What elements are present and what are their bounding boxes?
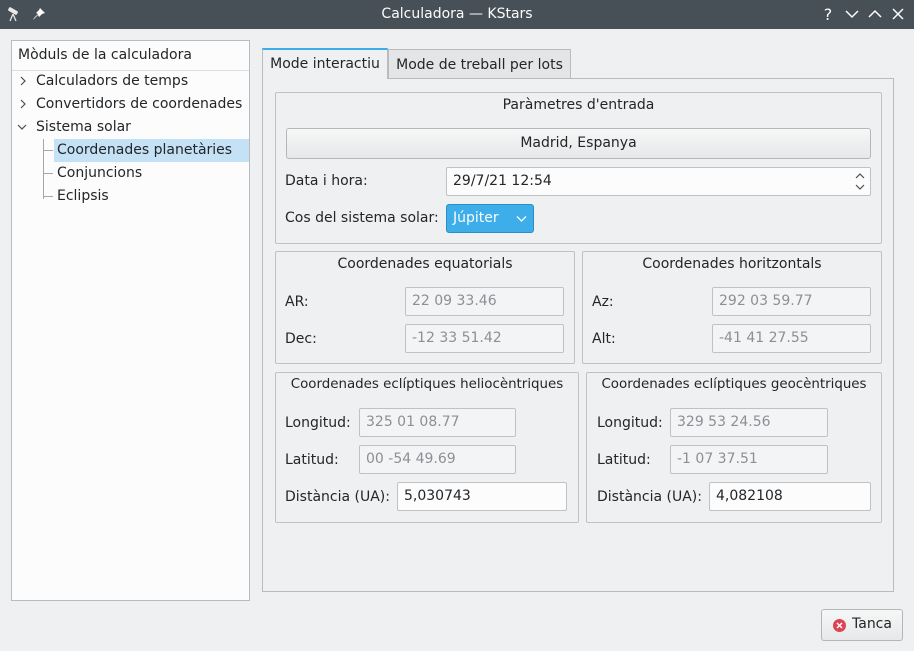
solar-body-label: Cos del sistema solar: (285, 210, 439, 226)
solar-body-select[interactable]: Júpiter (446, 204, 534, 233)
heliocentric-coordinates-group: Coordenades eclíptiques heliocèntriques … (275, 372, 579, 523)
tab-interactive-mode[interactable]: Mode interactiu (262, 48, 388, 79)
ra-field[interactable]: 22 09 33.46 (405, 287, 564, 316)
tree-item-time-calculators[interactable]: Calculadors de temps (36, 70, 188, 93)
horizontal-coordinates-group: Coordenades horitzontals Az: 292 03 59.7… (582, 251, 882, 364)
tree-item-conjunctions[interactable]: Conjuncions (57, 162, 142, 185)
geo-latitude-label: Latitud: (597, 452, 651, 468)
chevron-right-icon[interactable] (18, 76, 28, 86)
tree-branch-line (43, 196, 53, 197)
helio-longitude-field[interactable]: 325 01 08.77 (359, 408, 516, 437)
group-title: Coordenades horitzontals (642, 256, 822, 272)
alt-field[interactable]: -41 41 27.55 (712, 324, 871, 353)
alt-label: Alt: (592, 331, 616, 347)
spin-arrows-icon[interactable] (854, 171, 866, 192)
close-button-label: Tanca (852, 616, 892, 632)
chevron-down-icon[interactable] (17, 122, 27, 132)
help-icon[interactable]: ? (819, 4, 837, 24)
tree-branch-line (43, 173, 53, 174)
ra-label: AR: (285, 294, 309, 310)
chevron-up-icon[interactable] (866, 5, 884, 23)
group-title: Paràmetres d'entrada (502, 97, 655, 113)
geo-longitude-field[interactable]: 329 53 24.56 (670, 408, 828, 437)
tree-branch-line (43, 139, 44, 199)
az-label: Az: (592, 294, 614, 310)
group-title: Coordenades equatorials (337, 256, 513, 272)
helio-longitude-label: Longitud: (285, 415, 351, 431)
geo-longitude-label: Longitud: (597, 415, 663, 431)
tree-item-solar-system[interactable]: Sistema solar (36, 116, 131, 139)
group-title: Coordenades eclíptiques heliocèntriques (290, 377, 564, 392)
helio-latitude-field[interactable]: 00 -54 49.69 (359, 445, 516, 474)
chevron-down-icon[interactable] (843, 5, 861, 23)
helio-latitude-label: Latitud: (285, 452, 339, 468)
datetime-field[interactable]: 29/7/21 12:54 (446, 167, 871, 196)
cancel-icon (833, 619, 846, 632)
tree-item-coordinate-converters[interactable]: Convertidors de coordenades (36, 93, 242, 116)
geo-latitude-field[interactable]: -1 07 37.51 (670, 445, 828, 474)
tab-batch-mode[interactable]: Mode de treball per lots (388, 49, 571, 80)
location-button[interactable]: Madrid, Espanya (286, 128, 871, 159)
geocentric-coordinates-group: Coordenades eclíptiques geocèntriques Lo… (586, 372, 882, 523)
interactive-mode-panel: Paràmetres d'entrada Madrid, Espanya Dat… (262, 78, 894, 592)
datetime-value: 29/7/21 12:54 (453, 173, 552, 189)
input-parameters-group: Paràmetres d'entrada Madrid, Espanya Dat… (275, 92, 882, 244)
tree-branch-line (43, 150, 53, 151)
chevron-down-icon (516, 216, 527, 222)
close-button[interactable]: Tanca (821, 609, 903, 641)
az-field[interactable]: 292 03 59.77 (712, 287, 871, 316)
window-title: Calculadora — KStars (381, 6, 533, 22)
helio-distance-field[interactable]: 5,030743 (397, 482, 567, 511)
calculator-modules-tree[interactable]: Mòduls de la calculadora Calculadors de … (11, 40, 250, 601)
equatorial-coordinates-group: Coordenades equatorials AR: 22 09 33.46 … (275, 251, 575, 364)
tree-item-planetary-coordinates[interactable]: Coordenades planetàries (54, 139, 249, 162)
helio-distance-label: Distància (UA): (285, 489, 390, 505)
chevron-right-icon[interactable] (18, 99, 28, 109)
geo-distance-field[interactable]: 4,082108 (709, 482, 871, 511)
tree-header: Mòduls de la calculadora (12, 41, 249, 71)
geo-distance-label: Distància (UA): (597, 489, 702, 505)
datetime-label: Data i hora: (285, 173, 368, 189)
dec-field[interactable]: -12 33 51.42 (405, 324, 564, 353)
tree-item-eclipses[interactable]: Eclipsis (57, 185, 109, 208)
window-titlebar[interactable]: Calculadora — KStars ? (0, 0, 914, 29)
solar-body-value: Júpiter (453, 210, 499, 226)
help-glyph: ? (823, 4, 833, 24)
close-icon[interactable] (889, 5, 907, 23)
dec-label: Dec: (285, 331, 317, 347)
group-title: Coordenades eclíptiques geocèntriques (601, 377, 867, 392)
